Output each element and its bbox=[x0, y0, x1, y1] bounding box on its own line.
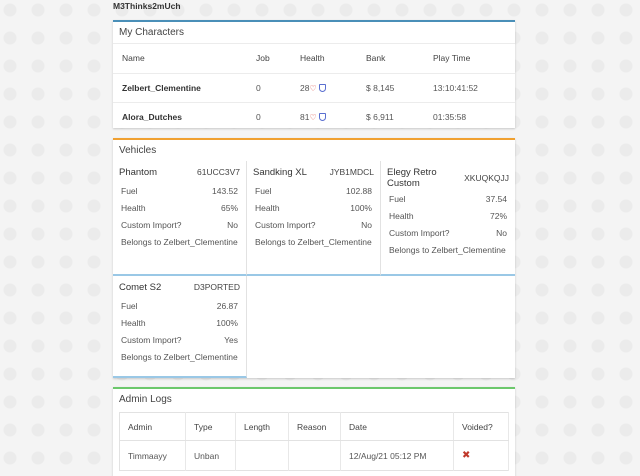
fuel-label: Fuel bbox=[255, 186, 272, 196]
character-health-cell: 81♡ bbox=[291, 101, 357, 131]
health-label: Health bbox=[389, 211, 414, 221]
character-job: 0 bbox=[247, 101, 291, 131]
fuel-label: Fuel bbox=[389, 194, 406, 204]
character-playtime: 13:10:41:52 bbox=[424, 72, 515, 102]
col-name[interactable]: Name bbox=[113, 44, 247, 73]
admin-logs-table: Admin Type Length Reason Date Voided? Ti… bbox=[119, 412, 509, 471]
vehicle-card[interactable]: Sandking XL JYB1MDCL Fuel 102.88 Health 100… bbox=[247, 161, 381, 276]
health-value: 100% bbox=[216, 318, 238, 328]
vehicle-plate: D3PORTED bbox=[193, 282, 240, 292]
col-playtime[interactable]: Play Time bbox=[424, 44, 515, 73]
col-health[interactable]: Health bbox=[291, 44, 357, 73]
log-reason bbox=[288, 440, 341, 471]
health-value: 65% bbox=[220, 203, 238, 213]
table-row[interactable]: Timmaayy Unban 12/Aug/21 05:12 PM ✖ bbox=[119, 440, 509, 471]
col-admin[interactable]: Admin bbox=[119, 412, 186, 441]
characters-table: Name Job Health Bank Play Time Zelbert_C… bbox=[113, 44, 515, 131]
character-playtime: 01:35:58 bbox=[424, 101, 515, 131]
log-voided: ✖ bbox=[453, 440, 509, 471]
fuel-value: 143.52 bbox=[212, 186, 238, 196]
character-health-cell: 28♡ bbox=[291, 72, 357, 102]
vehicle-name: Elegy Retro Custom bbox=[387, 167, 437, 189]
vehicles-title: Vehicles bbox=[113, 140, 515, 162]
custom-import-label: Custom Import? bbox=[121, 335, 182, 345]
vehicles-panel: Vehicles Phantom 61UCC3V7 Fuel 143.52 Heal… bbox=[113, 138, 515, 378]
character-bank: $ 8,145 bbox=[357, 72, 424, 102]
col-type[interactable]: Type bbox=[185, 412, 236, 441]
heart-icon: ♡ bbox=[309, 112, 317, 122]
shield-icon bbox=[318, 112, 326, 121]
admin-logs-header-row: Admin Type Length Reason Date Voided? bbox=[119, 412, 509, 441]
characters-panel: My Characters Name Job Health Bank Play … bbox=[113, 20, 515, 131]
custom-import-value: No bbox=[496, 228, 507, 238]
log-admin: Timmaayy bbox=[119, 440, 186, 471]
character-name: Zelbert_Clementine bbox=[113, 72, 247, 102]
custom-import-value: Yes bbox=[224, 335, 238, 345]
vehicle-plate: XKUQKQJJ bbox=[464, 173, 509, 183]
admin-logs-panel: Admin Logs Admin Type Length Reason Date… bbox=[113, 387, 515, 476]
vehicle-plate: JYB1MDCL bbox=[329, 167, 374, 177]
vehicle-card[interactable]: Comet S2 D3PORTED Fuel 26.87 Health 100% Cu… bbox=[113, 276, 247, 378]
col-bank[interactable]: Bank bbox=[357, 44, 424, 73]
characters-title: My Characters bbox=[113, 22, 515, 44]
vehicle-card[interactable]: Elegy Retro Custom XKUQKQJJ Fuel 37.54 Hea… bbox=[381, 161, 515, 276]
fuel-value: 102.88 bbox=[346, 186, 372, 196]
custom-import-value: No bbox=[361, 220, 372, 230]
vehicle-plate: 61UCC3V7 bbox=[197, 167, 240, 177]
vehicle-name: Sandking XL bbox=[253, 167, 307, 178]
vehicle-owner: Belongs to Zelbert_Clementine bbox=[389, 245, 506, 255]
custom-import-label: Custom Import? bbox=[255, 220, 316, 230]
log-date: 12/Aug/21 05:12 PM bbox=[340, 440, 454, 471]
col-voided[interactable]: Voided? bbox=[453, 412, 509, 441]
character-bank: $ 6,911 bbox=[357, 101, 424, 131]
x-mark-icon: ✖ bbox=[462, 450, 471, 461]
table-row[interactable]: Zelbert_Clementine 0 28♡ $ 8,145 13:10:4… bbox=[113, 72, 515, 102]
username: M3Thinks2mUch bbox=[113, 1, 181, 11]
character-job: 0 bbox=[247, 72, 291, 102]
fuel-label: Fuel bbox=[121, 301, 138, 311]
fuel-label: Fuel bbox=[121, 186, 138, 196]
health-label: Health bbox=[121, 318, 146, 328]
heart-icon: ♡ bbox=[309, 83, 317, 93]
custom-import-label: Custom Import? bbox=[389, 228, 450, 238]
col-length[interactable]: Length bbox=[235, 412, 289, 441]
vehicle-owner: Belongs to Zelbert_Clementine bbox=[255, 237, 372, 247]
shield-icon bbox=[318, 83, 326, 92]
vehicle-card[interactable]: Phantom 61UCC3V7 Fuel 143.52 Health 65% Cus… bbox=[113, 161, 247, 276]
log-length bbox=[235, 440, 289, 471]
col-job[interactable]: Job bbox=[247, 44, 291, 73]
vehicle-name: Phantom bbox=[119, 167, 158, 178]
log-type: Unban bbox=[185, 440, 236, 471]
table-row[interactable]: Alora_Dutches 0 81♡ $ 6,911 01:35:58 bbox=[113, 101, 515, 131]
custom-import-value: No bbox=[227, 220, 238, 230]
vehicle-owner: Belongs to Zelbert_Clementine bbox=[121, 237, 238, 247]
col-reason[interactable]: Reason bbox=[288, 412, 341, 441]
vehicle-owner: Belongs to Zelbert_Clementine bbox=[121, 352, 238, 362]
vehicle-name: Comet S2 bbox=[119, 282, 162, 293]
fuel-value: 26.87 bbox=[216, 301, 238, 311]
fuel-value: 37.54 bbox=[485, 194, 507, 204]
characters-header-row: Name Job Health Bank Play Time bbox=[113, 44, 515, 73]
character-name: Alora_Dutches bbox=[113, 101, 247, 131]
admin-logs-title: Admin Logs bbox=[119, 394, 172, 405]
health-label: Health bbox=[255, 203, 280, 213]
health-value: 100% bbox=[350, 203, 372, 213]
custom-import-label: Custom Import? bbox=[121, 220, 182, 230]
col-date[interactable]: Date bbox=[340, 412, 454, 441]
health-value: 72% bbox=[489, 211, 507, 221]
health-label: Health bbox=[121, 203, 146, 213]
